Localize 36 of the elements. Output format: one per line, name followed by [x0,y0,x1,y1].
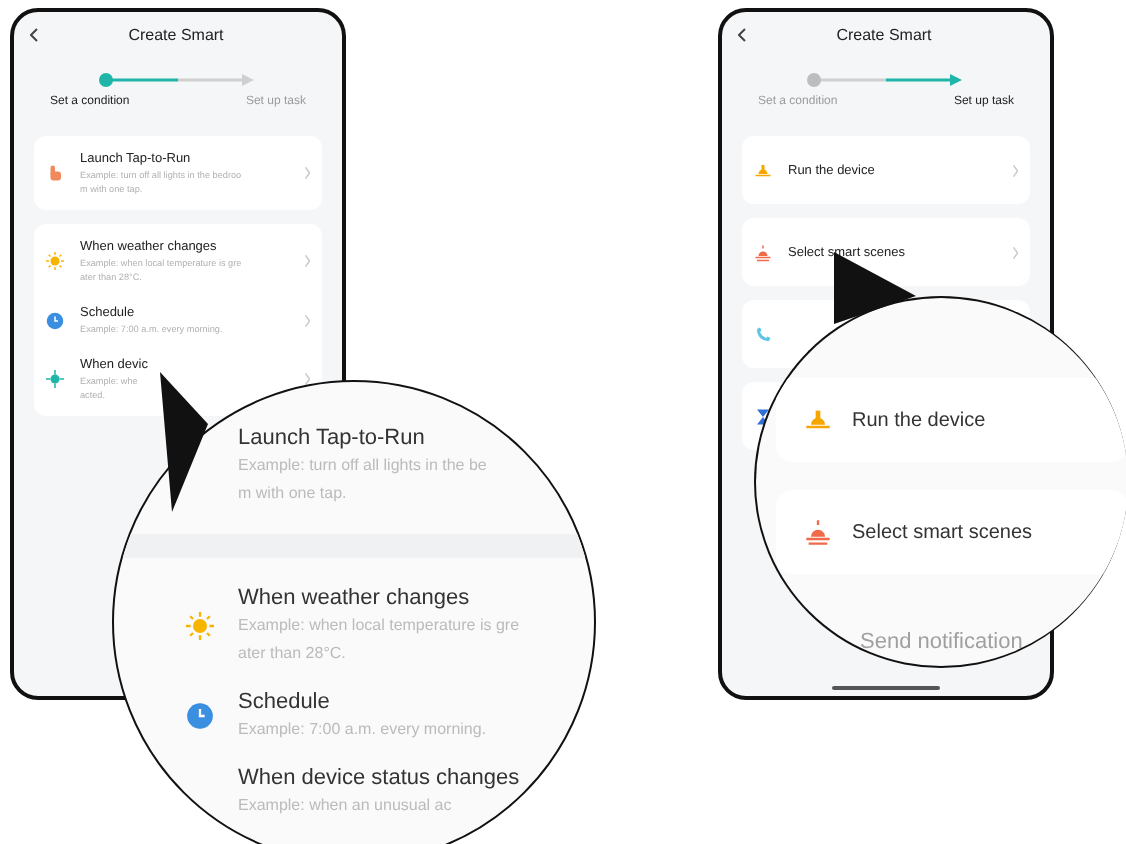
option-title[interactable]: When weather changes [238,586,520,610]
home-indicator [832,686,940,690]
option-title[interactable]: Schedule [238,690,487,714]
option-title[interactable]: Select smart scenes [852,521,1033,543]
lamp-icon [754,161,772,179]
sun-icon [46,252,64,270]
option-description: Example: when local temperature is gre [238,614,520,638]
sun-icon [186,612,214,640]
back-icon[interactable] [738,27,746,41]
progress-track-icon [806,72,966,88]
clock-icon [186,702,214,730]
chevron-icon [1011,245,1018,259]
screen-title: Create Smart [126,25,226,43]
option-description: m with one tap. [238,482,349,506]
hand-icon [46,164,64,182]
chevron-icon [303,372,310,386]
option-title[interactable]: Launch Tap-to-Run [238,426,487,450]
clock-icon [46,311,64,329]
progress-track-icon [98,72,258,88]
chevron-icon [303,254,310,268]
option-title[interactable]: Run the device [852,409,986,431]
option-description: Example: turn off all lights in the be [238,454,487,478]
chevron-icon [303,313,310,327]
chevron-icon [303,166,310,180]
screen-title: Create Smart [834,25,934,43]
option-description: Example: when an unusual ac [238,794,454,818]
option-description: ater than 28°C. [238,642,348,666]
option-description: Example: 7:00 a.m. every morning. [238,718,487,742]
sunset-icon [754,243,772,261]
back-icon[interactable] [30,27,38,41]
device-icon [46,370,64,388]
option-title[interactable]: When device status changes [238,766,520,790]
phone-icon [754,325,772,343]
sunset-icon [804,518,832,546]
lamp-icon [804,406,832,434]
chevron-icon [1011,163,1018,177]
